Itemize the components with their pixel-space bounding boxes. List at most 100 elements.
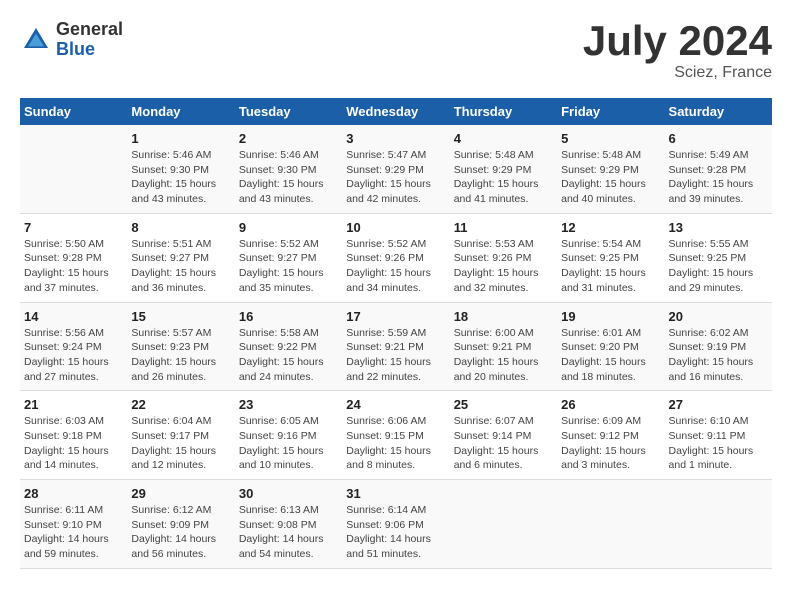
calendar-cell: 25 Sunrise: 6:07 AM Sunset: 9:14 PM Dayli… [450,391,557,480]
title-block: July 2024 Sciez, France [583,20,772,82]
day-number: 25 [454,397,553,412]
calendar-cell: 21Sunrise: 6:03 AM Sunset: 9:18 PM Dayli… [20,391,127,480]
day-number: 18 [454,309,553,324]
calendar-week-row: 28 Sunrise: 6:11 AM Sunset: 9:10 PM Dayli… [20,480,772,569]
day-number: 8 [131,220,230,235]
header-thursday: Thursday [450,98,557,125]
calendar-cell: 19 Sunrise: 6:01 AM Sunset: 9:20 PM Dayli… [557,302,664,391]
day-number: 30 [239,486,338,501]
cell-info: Sunrise: 5:58 AM Sunset: 9:22 PM Dayligh… [239,326,338,385]
calendar-cell: 3Sunrise: 5:47 AM Sunset: 9:29 PM Daylig… [342,125,449,213]
calendar-cell: 18 Sunrise: 6:00 AM Sunset: 9:21 PM Dayli… [450,302,557,391]
cell-info: Sunrise: 6:00 AM Sunset: 9:21 PM Dayligh… [454,326,553,385]
logo: General Blue [20,20,123,60]
logo-icon [20,24,52,56]
cell-info: Sunrise: 5:48 AM Sunset: 9:29 PM Dayligh… [454,148,553,207]
day-number: 13 [669,220,768,235]
calendar-table: SundayMondayTuesdayWednesdayThursdayFrid… [20,98,772,569]
calendar-cell: 13Sunrise: 5:55 AM Sunset: 9:25 PM Dayli… [665,213,772,302]
calendar-cell: 1 Sunrise: 5:46 AM Sunset: 9:30 PM Daylig… [127,125,234,213]
calendar-cell: 28 Sunrise: 6:11 AM Sunset: 9:10 PM Dayli… [20,480,127,569]
calendar-cell: 7 Sunrise: 5:50 AM Sunset: 9:28 PM Daylig… [20,213,127,302]
calendar-cell: 11 Sunrise: 5:53 AM Sunset: 9:26 PM Dayli… [450,213,557,302]
cell-info: Sunrise: 6:11 AM Sunset: 9:10 PM Dayligh… [24,503,123,562]
calendar-cell: 9Sunrise: 5:52 AM Sunset: 9:27 PM Daylig… [235,213,342,302]
logo-general: General [56,20,123,40]
cell-info: Sunrise: 6:09 AM Sunset: 9:12 PM Dayligh… [561,414,660,473]
calendar-cell: 27Sunrise: 6:10 AM Sunset: 9:11 PM Dayli… [665,391,772,480]
cell-info: Sunrise: 6:05 AM Sunset: 9:16 PM Dayligh… [239,414,338,473]
header-sunday: Sunday [20,98,127,125]
cell-info: Sunrise: 5:53 AM Sunset: 9:26 PM Dayligh… [454,237,553,296]
day-number: 7 [24,220,123,235]
cell-info: Sunrise: 5:54 AM Sunset: 9:25 PM Dayligh… [561,237,660,296]
logo-blue: Blue [56,40,123,60]
calendar-cell [450,480,557,569]
cell-info: Sunrise: 6:04 AM Sunset: 9:17 PM Dayligh… [131,414,230,473]
day-number: 10 [346,220,445,235]
cell-info: Sunrise: 6:02 AM Sunset: 9:19 PM Dayligh… [669,326,768,385]
cell-info: Sunrise: 6:14 AM Sunset: 9:06 PM Dayligh… [346,503,445,562]
calendar-cell: 24 Sunrise: 6:06 AM Sunset: 9:15 PM Dayli… [342,391,449,480]
calendar-cell: 30 Sunrise: 6:13 AM Sunset: 9:08 PM Dayli… [235,480,342,569]
cell-info: Sunrise: 6:06 AM Sunset: 9:15 PM Dayligh… [346,414,445,473]
cell-info: Sunrise: 6:13 AM Sunset: 9:08 PM Dayligh… [239,503,338,562]
cell-info: Sunrise: 6:07 AM Sunset: 9:14 PM Dayligh… [454,414,553,473]
cell-info: Sunrise: 5:48 AM Sunset: 9:29 PM Dayligh… [561,148,660,207]
day-number: 24 [346,397,445,412]
calendar-cell: 6Sunrise: 5:49 AM Sunset: 9:28 PM Daylig… [665,125,772,213]
cell-info: Sunrise: 5:57 AM Sunset: 9:23 PM Dayligh… [131,326,230,385]
cell-info: Sunrise: 6:01 AM Sunset: 9:20 PM Dayligh… [561,326,660,385]
day-number: 14 [24,309,123,324]
day-number: 12 [561,220,660,235]
day-number: 28 [24,486,123,501]
day-number: 11 [454,220,553,235]
cell-info: Sunrise: 5:59 AM Sunset: 9:21 PM Dayligh… [346,326,445,385]
calendar-cell [665,480,772,569]
calendar-cell: 2Sunrise: 5:46 AM Sunset: 9:30 PM Daylig… [235,125,342,213]
day-number: 31 [346,486,445,501]
calendar-header-row: SundayMondayTuesdayWednesdayThursdayFrid… [20,98,772,125]
logo-text: General Blue [56,20,123,60]
calendar-cell: 15Sunrise: 5:57 AM Sunset: 9:23 PM Dayli… [127,302,234,391]
day-number: 2 [239,131,338,146]
day-number: 22 [131,397,230,412]
header-saturday: Saturday [665,98,772,125]
day-number: 16 [239,309,338,324]
cell-info: Sunrise: 5:46 AM Sunset: 9:30 PM Dayligh… [131,148,230,207]
calendar-week-row: 7 Sunrise: 5:50 AM Sunset: 9:28 PM Daylig… [20,213,772,302]
day-number: 29 [131,486,230,501]
page-header: General Blue July 2024 Sciez, France [20,20,772,82]
day-number: 23 [239,397,338,412]
day-number: 21 [24,397,123,412]
day-number: 20 [669,309,768,324]
header-wednesday: Wednesday [342,98,449,125]
day-number: 5 [561,131,660,146]
day-number: 19 [561,309,660,324]
calendar-cell: 12 Sunrise: 5:54 AM Sunset: 9:25 PM Dayli… [557,213,664,302]
header-monday: Monday [127,98,234,125]
cell-info: Sunrise: 6:12 AM Sunset: 9:09 PM Dayligh… [131,503,230,562]
calendar-cell: 26 Sunrise: 6:09 AM Sunset: 9:12 PM Dayli… [557,391,664,480]
cell-info: Sunrise: 5:50 AM Sunset: 9:28 PM Dayligh… [24,237,123,296]
calendar-cell: 8Sunrise: 5:51 AM Sunset: 9:27 PM Daylig… [127,213,234,302]
calendar-cell: 4 Sunrise: 5:48 AM Sunset: 9:29 PM Daylig… [450,125,557,213]
calendar-cell: 5 Sunrise: 5:48 AM Sunset: 9:29 PM Daylig… [557,125,664,213]
calendar-cell [557,480,664,569]
day-number: 4 [454,131,553,146]
calendar-week-row: 1 Sunrise: 5:46 AM Sunset: 9:30 PM Daylig… [20,125,772,213]
header-friday: Friday [557,98,664,125]
day-number: 26 [561,397,660,412]
day-number: 6 [669,131,768,146]
day-number: 1 [131,131,230,146]
calendar-cell [20,125,127,213]
location: Sciez, France [583,64,772,82]
day-number: 9 [239,220,338,235]
calendar-cell: 22 Sunrise: 6:04 AM Sunset: 9:17 PM Dayli… [127,391,234,480]
cell-info: Sunrise: 5:47 AM Sunset: 9:29 PM Dayligh… [346,148,445,207]
day-number: 27 [669,397,768,412]
calendar-cell: 29 Sunrise: 6:12 AM Sunset: 9:09 PM Dayli… [127,480,234,569]
day-number: 17 [346,309,445,324]
calendar-cell: 31 Sunrise: 6:14 AM Sunset: 9:06 PM Dayli… [342,480,449,569]
header-tuesday: Tuesday [235,98,342,125]
